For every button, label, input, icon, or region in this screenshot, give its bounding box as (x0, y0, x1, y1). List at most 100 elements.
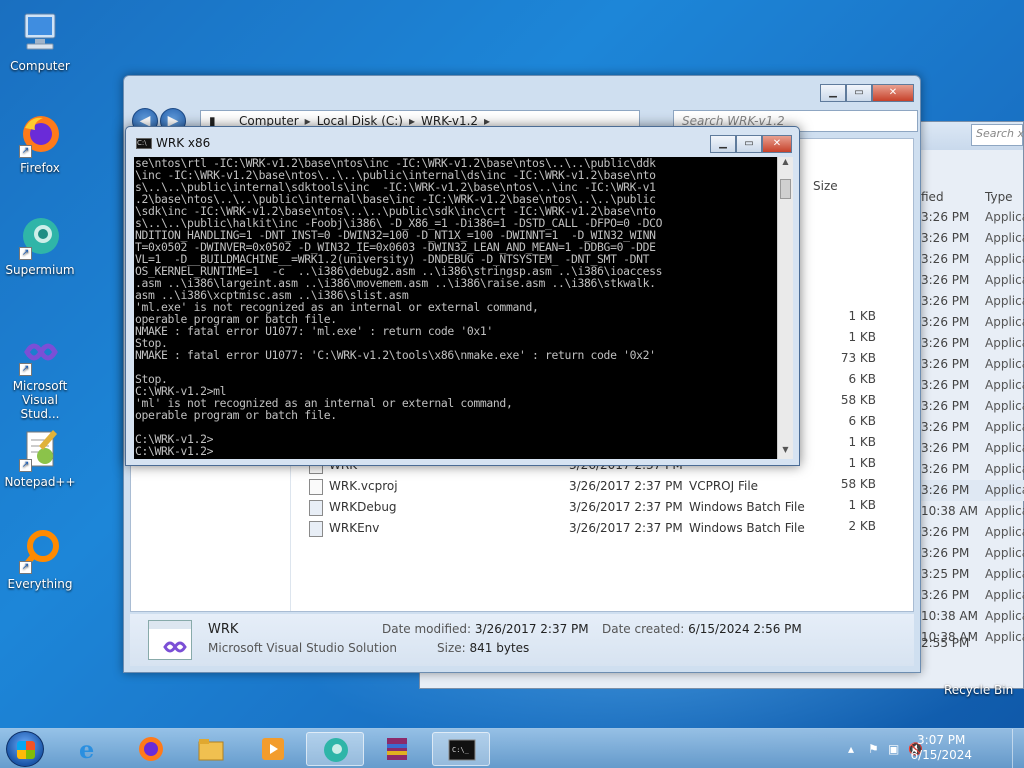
cmd-caption-buttons: ▁ ▭ ✕ (710, 135, 792, 153)
shortcut-arrow-icon: ↗ (19, 561, 32, 574)
detail-kind: Microsoft Visual Studio Solution (208, 641, 397, 655)
shortcut-arrow-icon: ↗ (19, 363, 32, 376)
taskbar-winrar[interactable] (368, 732, 426, 766)
console-scrollbar[interactable]: ▲ ▼ (777, 157, 793, 459)
size-value: 841 bytes (469, 641, 530, 655)
date-created-value: 6/15/2024 2:56 PM (688, 622, 802, 636)
table-row[interactable]: 3:26 PMApplica (921, 291, 1024, 312)
recycle-bin-label[interactable]: Recycle Bin (944, 683, 1013, 697)
clock-time: 3:07 PM (917, 733, 966, 747)
minimize-button[interactable]: ▁ (820, 84, 846, 102)
desktop-icon-everything[interactable]: ↗ Everything (2, 528, 78, 591)
firefox-icon: ↗ (17, 112, 63, 158)
desktop-icon-label: Computer (10, 59, 70, 73)
taskbar-explorer[interactable] (182, 732, 240, 766)
scroll-thumb[interactable] (780, 179, 791, 199)
taskbar-firefox[interactable] (122, 732, 180, 766)
table-row[interactable]: 3:26 PMApplica (921, 522, 1024, 543)
table-row[interactable]: 3:26 PMApplica (921, 375, 1024, 396)
scroll-up-icon[interactable]: ▲ (778, 157, 793, 171)
notepadpp-icon: ↗ (17, 426, 63, 472)
file-icon (309, 479, 323, 495)
size-column-header[interactable]: Size (813, 179, 838, 193)
desktop-icon-label: Notepad++ (4, 475, 76, 489)
table-row[interactable]: 3:26 PMApplica (921, 207, 1024, 228)
size-cell: 6 KB (848, 372, 876, 386)
cmd-window[interactable]: C:\ WRK x86 ▁ ▭ ✕ se\ntos\rtl -IC:\WRK-v… (125, 126, 800, 466)
table-row[interactable]: 3:26 PMApplica (921, 333, 1024, 354)
cmd-icon: C:\ (136, 138, 152, 149)
size-cell: 1 KB (848, 498, 876, 512)
table-row[interactable]: 10:38 AMApplica (921, 606, 1024, 627)
shortcut-arrow-icon: ↗ (19, 459, 32, 472)
table-row[interactable]: 3:26 PMApplica (921, 396, 1024, 417)
taskbar-supermium[interactable] (306, 732, 364, 766)
table-row[interactable]: 3:26 PMApplica (921, 312, 1024, 333)
table-row[interactable]: 3:26 PMApplica (921, 417, 1024, 438)
taskbar-media-player[interactable] (244, 732, 302, 766)
size-cell: 2 KB (848, 519, 876, 533)
close-button[interactable]: ✕ (762, 135, 792, 153)
size-cell: 1 KB (848, 330, 876, 344)
console-output[interactable]: se\ntos\rtl -IC:\WRK-v1.2\base\ntos\inc … (134, 157, 777, 459)
computer-icon (17, 10, 63, 56)
cmd-title: WRK x86 (156, 136, 211, 150)
system-tray: ▴ ⚑ ▣ 🔇 3:07 PM 6/15/2024 (834, 729, 1024, 768)
taskbar-ie[interactable]: e (60, 732, 118, 766)
desktop-icon-visual-studio[interactable]: ↗ Microsoft Visual Stud... (2, 330, 78, 421)
table-row[interactable]: 3:25 PMApplica (921, 564, 1024, 585)
desktop-icon-computer[interactable]: Computer (2, 10, 78, 73)
date-created-label: Date created: (602, 622, 685, 636)
table-row[interactable]: 3:26 PMApplica (921, 354, 1024, 375)
size-cell: 58 KB (840, 477, 876, 491)
batch-file-icon (309, 521, 323, 537)
close-button[interactable]: ✕ (872, 84, 914, 102)
table-row-selected[interactable]: 3:26 PMApplica (921, 480, 1024, 501)
table-row[interactable]: 3:26 PMApplica (921, 438, 1024, 459)
detail-name: WRK (208, 622, 239, 637)
cmd-icon: C:\_ (448, 737, 476, 763)
solution-file-icon (148, 620, 192, 660)
desktop-icon-notepadpp[interactable]: ↗ Notepad++ (2, 426, 78, 489)
desktop-icon-supermium[interactable]: ↗ Supermium (2, 214, 78, 277)
table-row[interactable]: 3:26 PMApplica (921, 459, 1024, 480)
table-row[interactable]: 3:26 PMApplica (921, 249, 1024, 270)
back-file-list: 3:26 PMApplica 3:26 PMApplica 3:26 PMApp… (921, 207, 1024, 648)
size-label: Size: (437, 641, 466, 655)
shortcut-arrow-icon: ↗ (19, 247, 32, 260)
tray-expand-icon[interactable]: ▴ (848, 742, 854, 756)
table-row[interactable]: 10:38 AMApplica (921, 501, 1024, 522)
ie-icon: e (75, 735, 103, 764)
maximize-button[interactable]: ▭ (846, 84, 872, 102)
console-text: se\ntos\rtl -IC:\WRK-v1.2\base\ntos\inc … (135, 157, 663, 458)
desktop-icon-firefox[interactable]: ↗ Firefox (2, 112, 78, 175)
desktop-icon-label: Firefox (20, 161, 60, 175)
shortcut-arrow-icon: ↗ (19, 145, 32, 158)
maximize-button[interactable]: ▭ (736, 135, 762, 153)
desktop-icon-label-line1: Microsoft (12, 379, 68, 393)
taskbar-cmd[interactable]: C:\_ (432, 732, 490, 766)
taskbar-clock[interactable]: 3:07 PM 6/15/2024 (910, 733, 972, 763)
desktop-icon-label: Everything (7, 577, 73, 591)
size-cell: 58 KB (840, 393, 876, 407)
cmd-titlebar[interactable]: C:\ WRK x86 ▁ ▭ ✕ (126, 127, 799, 157)
start-button[interactable] (6, 731, 44, 767)
svg-text:e: e (79, 736, 94, 762)
network-icon[interactable]: ▣ (888, 742, 899, 756)
table-row[interactable]: 3:26 PMApplica (921, 270, 1024, 291)
table-row[interactable]: 3:26 PMApplica (921, 543, 1024, 564)
firefox-icon (137, 736, 165, 762)
size-cell: 73 KB (840, 351, 876, 365)
show-desktop-button[interactable] (1012, 729, 1024, 768)
size-cell: 1 KB (848, 456, 876, 470)
date-modified-label: Date modified: (382, 622, 472, 636)
flag-icon[interactable]: ⚑ (868, 742, 879, 756)
back-footer-time: 2:55 PM (921, 636, 970, 650)
table-row[interactable]: 3:26 PMApplica (921, 228, 1024, 249)
explorer-caption-buttons: ▁ ▭ ✕ (820, 84, 914, 102)
size-column: 1 KB 1 KB 73 KB 6 KB 58 KB 6 KB 1 KB 1 K… (806, 306, 876, 537)
minimize-button[interactable]: ▁ (710, 135, 736, 153)
back-search-placeholder: Search x6 (976, 127, 1024, 140)
table-row[interactable]: 3:26 PMApplica (921, 585, 1024, 606)
scroll-down-icon[interactable]: ▼ (778, 445, 793, 459)
